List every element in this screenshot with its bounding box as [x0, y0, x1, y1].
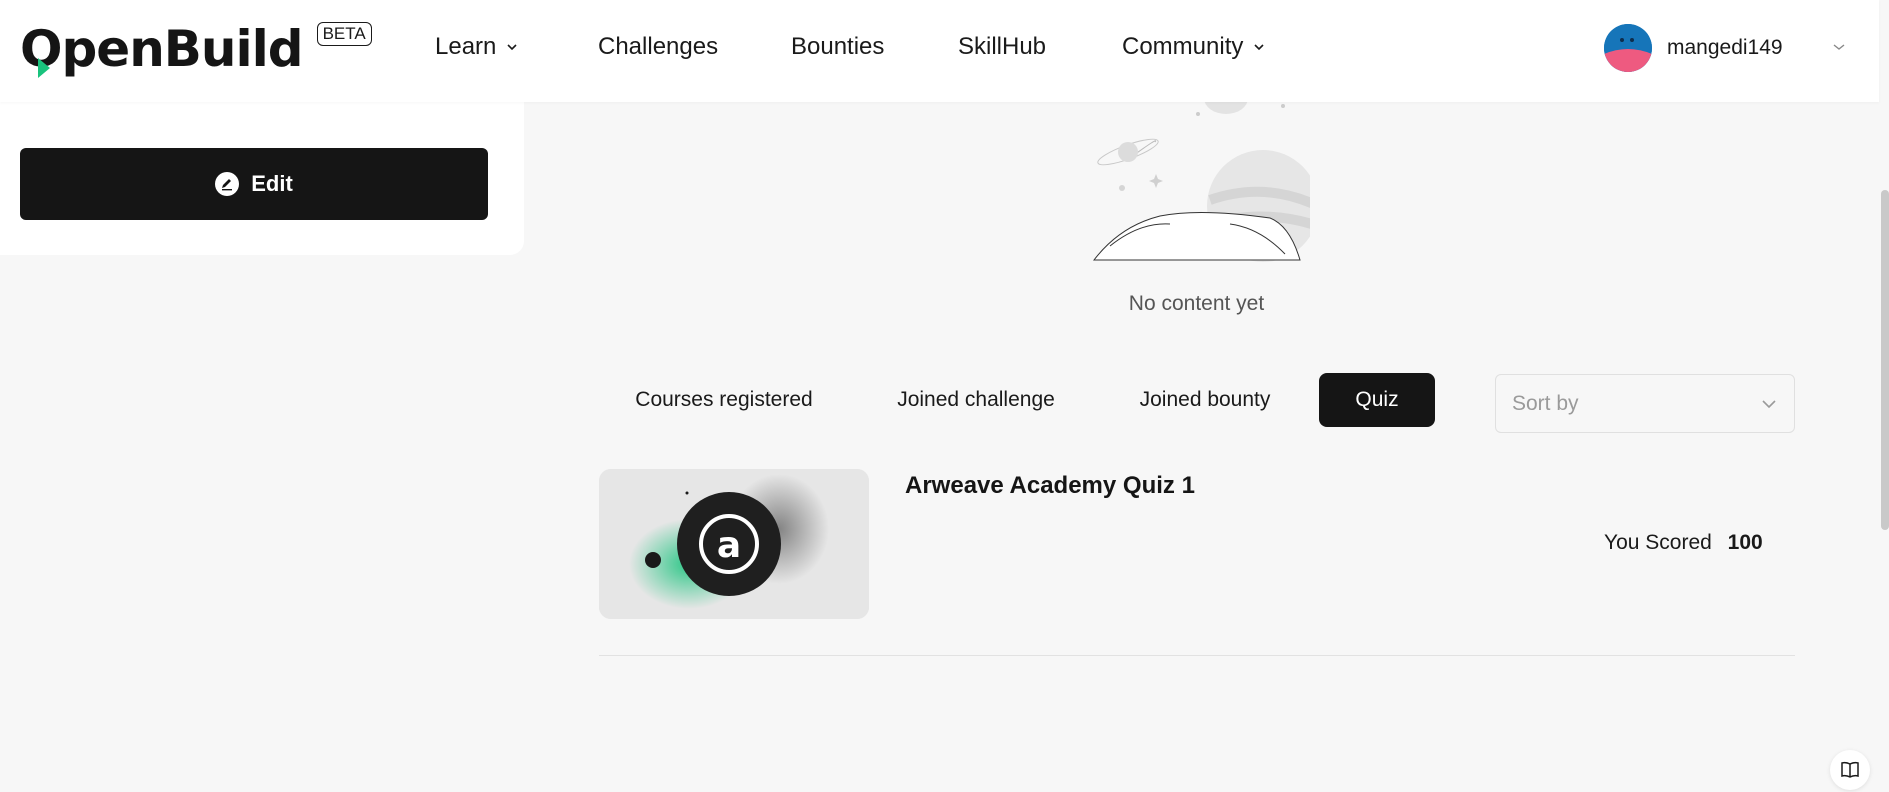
tab-label: Courses registered [635, 388, 813, 411]
tab-joined-challenge[interactable]: Joined challenge [876, 373, 1076, 427]
edit-profile-button[interactable]: Edit [20, 148, 488, 220]
chevron-down-icon [1254, 44, 1264, 51]
user-menu[interactable]: mangedi149 [1604, 24, 1783, 72]
nav-challenges-label: Challenges [598, 33, 719, 60]
nav-community-label: Community [1122, 33, 1244, 60]
book-icon [1841, 761, 1859, 778]
nav-challenges[interactable]: Challenges [598, 33, 718, 61]
divider [599, 655, 1795, 656]
nav-learn[interactable]: Learn [435, 33, 518, 61]
chevron-down-icon [507, 44, 517, 51]
svg-text:a: a [717, 525, 741, 566]
nav-skillhub-label: SkillHub [958, 33, 1047, 60]
empty-state-text: No content yet [1128, 292, 1265, 315]
score-label: You Scored [1604, 531, 1712, 554]
score-value: 100 [1727, 531, 1763, 554]
nav-bounties-label: Bounties [791, 33, 885, 60]
quiz-thumbnail: a [599, 469, 869, 619]
edit-icon [215, 172, 240, 196]
logo-mark-icon [38, 58, 50, 78]
chevron-down-icon [1762, 399, 1776, 408]
chevron-down-icon[interactable] [1832, 42, 1846, 52]
beta-badge: BETA [316, 22, 372, 46]
scrollbar[interactable] [1881, 190, 1889, 530]
tab-label: Joined challenge [897, 388, 1055, 411]
logo-text: OpenBuild [20, 20, 304, 78]
quiz-title[interactable]: Arweave Academy Quiz 1 [905, 472, 1195, 500]
sort-placeholder: Sort by [1512, 391, 1579, 415]
tab-label: Quiz [1355, 388, 1399, 411]
edit-label: Edit [251, 171, 293, 196]
top-navbar: OpenBuild BETA Learn Challenges Bounties… [0, 0, 1879, 102]
quiz-score: You Scored 100 [1604, 531, 1763, 555]
docs-button[interactable] [1830, 750, 1870, 790]
sort-by-select[interactable]: Sort by [1495, 374, 1795, 433]
tab-joined-bounty[interactable]: Joined bounty [1122, 373, 1288, 427]
tab-label: Joined bounty [1139, 388, 1271, 411]
openbuild-logo[interactable]: OpenBuild BETA [18, 20, 372, 80]
tab-quiz[interactable]: Quiz [1319, 373, 1435, 427]
empty-planet-illustration [1092, 96, 1310, 262]
nav-learn-label: Learn [435, 33, 497, 60]
avatar [1604, 24, 1652, 72]
arweave-logo-icon: a [599, 469, 869, 619]
nav-bounties[interactable]: Bounties [791, 33, 884, 61]
nav-community[interactable]: Community [1122, 33, 1265, 61]
tab-courses-registered[interactable]: Courses registered [612, 373, 836, 427]
quiz-list-item[interactable]: a Arweave Academy Quiz 1 You Scored 100 [599, 469, 1795, 656]
nav-skillhub[interactable]: SkillHub [958, 33, 1046, 61]
username: mangedi149 [1667, 36, 1783, 59]
